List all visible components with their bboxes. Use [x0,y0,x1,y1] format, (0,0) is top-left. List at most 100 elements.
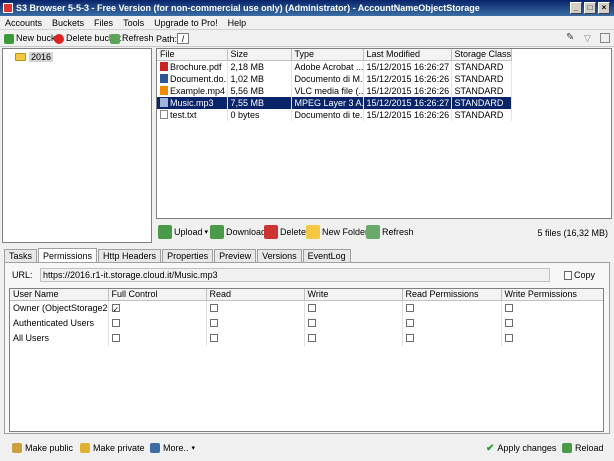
more-button[interactable]: More.. ▾ [150,441,195,455]
url-field[interactable]: https://2016.r1-it.storage.cloud.it/Musi… [40,268,550,282]
copy-icon [564,270,572,280]
refresh-icon [366,225,380,239]
menu-help[interactable]: Help [223,16,252,30]
write-checkbox[interactable] [307,319,316,327]
delete-file-button[interactable]: Delete [264,223,306,241]
bottom-action-bar: Make public Make private More.. ▾ ✔ Appl… [0,436,614,461]
file-size: 7,55 MB [227,97,292,109]
file-modified: 15/12/2015 16:26:27 [363,60,452,73]
maximize-button[interactable]: □ [584,2,596,14]
file-type: VLC media file (... [291,85,364,97]
read-checkbox[interactable] [209,319,218,327]
tree-node-bucket[interactable]: 2016 [15,52,54,62]
file-list: File Size Type Last Modified Storage Cla… [156,48,612,219]
delete-icon [264,225,278,239]
column-header-storage-class[interactable]: Storage Class [451,49,512,61]
write-permissions-checkbox[interactable] [504,304,513,312]
menu-upgrade[interactable]: Upgrade to Pro! [149,16,223,30]
permission-user: Authenticated Users [10,316,109,331]
permission-row: All Users [10,331,603,346]
menu-files[interactable]: Files [89,16,118,30]
tab-properties[interactable]: Properties [162,249,214,262]
column-header-full-control[interactable]: Full Control [108,289,207,301]
read-permissions-checkbox[interactable] [405,334,414,342]
bucket-tree[interactable]: 2016 [2,48,152,243]
menu-tools[interactable]: Tools [118,16,149,30]
full-control-checkbox[interactable] [111,302,120,316]
more-icon [150,443,160,453]
path-label: Path: [156,34,178,44]
app-icon [3,3,13,13]
lock-icon [80,443,90,453]
column-header-write[interactable]: Write [304,289,403,301]
chevron-down-icon: ▾ [204,229,209,236]
file-name: Document.do... [170,74,227,84]
write-permissions-checkbox[interactable] [504,319,513,327]
tab-permissions[interactable]: Permissions [38,248,98,262]
close-button[interactable]: × [598,2,610,14]
file-modified: 15/12/2015 16:26:26 [363,109,452,121]
read-checkbox[interactable] [209,304,218,312]
window-title: S3 Browser 5-5-3 - Free Version (for non… [16,3,480,13]
make-public-button[interactable]: Make public [12,441,73,455]
menu-bar: Accounts Buckets Files Tools Upgrade to Pro!… [0,16,614,30]
column-header-size[interactable]: Size [227,49,292,61]
column-header-read[interactable]: Read [206,289,305,301]
copy-window-icon[interactable] [600,33,610,43]
delete-icon [54,33,64,44]
file-modified: 15/12/2015 16:26:27 [363,97,452,109]
download-button[interactable]: Download [210,223,266,241]
read-checkbox[interactable] [209,334,218,342]
file-modified: 15/12/2015 16:26:26 [363,85,452,97]
menu-accounts[interactable]: Accounts [0,16,47,30]
read-permissions-checkbox[interactable] [405,319,414,327]
file-name: Music.mp3 [170,98,214,108]
tree-node-label: 2016 [29,52,54,62]
file-storage-class: STANDARD [451,109,512,121]
apply-changes-button[interactable]: ✔ Apply changes [486,441,556,455]
write-permissions-checkbox[interactable] [504,334,513,342]
tab-eventlog[interactable]: EventLog [302,249,351,262]
menu-buckets[interactable]: Buckets [47,16,89,30]
permission-user: All Users [10,331,109,346]
edit-icon[interactable]: ✎ [566,33,576,43]
full-control-checkbox[interactable] [111,334,120,342]
file-row[interactable]: Document.do... 1,02 MB Documento di M...… [157,73,512,85]
column-header-read-permissions[interactable]: Read Permissions [402,289,502,301]
tab-tasks[interactable]: Tasks [4,249,38,262]
reload-button[interactable]: Reload [562,441,604,455]
column-header-last-modified[interactable]: Last Modified [363,49,452,61]
write-checkbox[interactable] [307,334,316,342]
read-permissions-checkbox[interactable] [405,304,414,312]
refresh-files-button[interactable]: Refresh [366,223,414,241]
file-storage-class: STANDARD [451,73,512,85]
tab-preview[interactable]: Preview [214,249,257,262]
column-header-user-name[interactable]: User Name [10,289,109,301]
refresh-buckets-button[interactable]: Refresh [110,32,154,45]
file-row[interactable]: Brochure.pdf 2,18 MB Adobe Acrobat ... 1… [157,60,512,73]
filter-icon[interactable]: ▽ [584,33,594,43]
tab-versions[interactable]: Versions [257,249,302,262]
file-name: Example.mp4 [170,86,226,96]
tab-http-headers[interactable]: Http Headers [98,249,162,262]
full-control-checkbox[interactable] [111,319,120,327]
file-modified: 15/12/2015 16:26:26 [363,73,452,85]
column-header-file[interactable]: File [157,49,228,61]
file-type: Documento di te... [291,109,364,121]
window-title-bar: S3 Browser 5-5-3 - Free Version (for non… [0,0,614,16]
new-folder-button[interactable]: New Folder [306,223,368,241]
path-root-button[interactable]: / [177,33,189,44]
write-checkbox[interactable] [307,304,316,312]
file-row[interactable]: test.txt 0 bytes Documento di te... 15/1… [157,109,512,121]
make-private-button[interactable]: Make private [80,441,145,455]
minimize-button[interactable]: _ [570,2,582,14]
new-folder-icon [306,225,320,239]
upload-button[interactable]: Upload ▾ [158,223,208,241]
file-row[interactable]: Example.mp4 5,56 MB VLC media file (... … [157,85,512,97]
copy-url-button[interactable]: Copy [564,268,595,282]
pdf-icon [160,62,168,71]
file-row-selected[interactable]: Music.mp3 7,55 MB MPEG Layer 3 A... 15/1… [157,97,512,109]
upload-icon [158,225,172,239]
column-header-write-permissions[interactable]: Write Permissions [501,289,603,301]
column-header-type[interactable]: Type [291,49,364,61]
